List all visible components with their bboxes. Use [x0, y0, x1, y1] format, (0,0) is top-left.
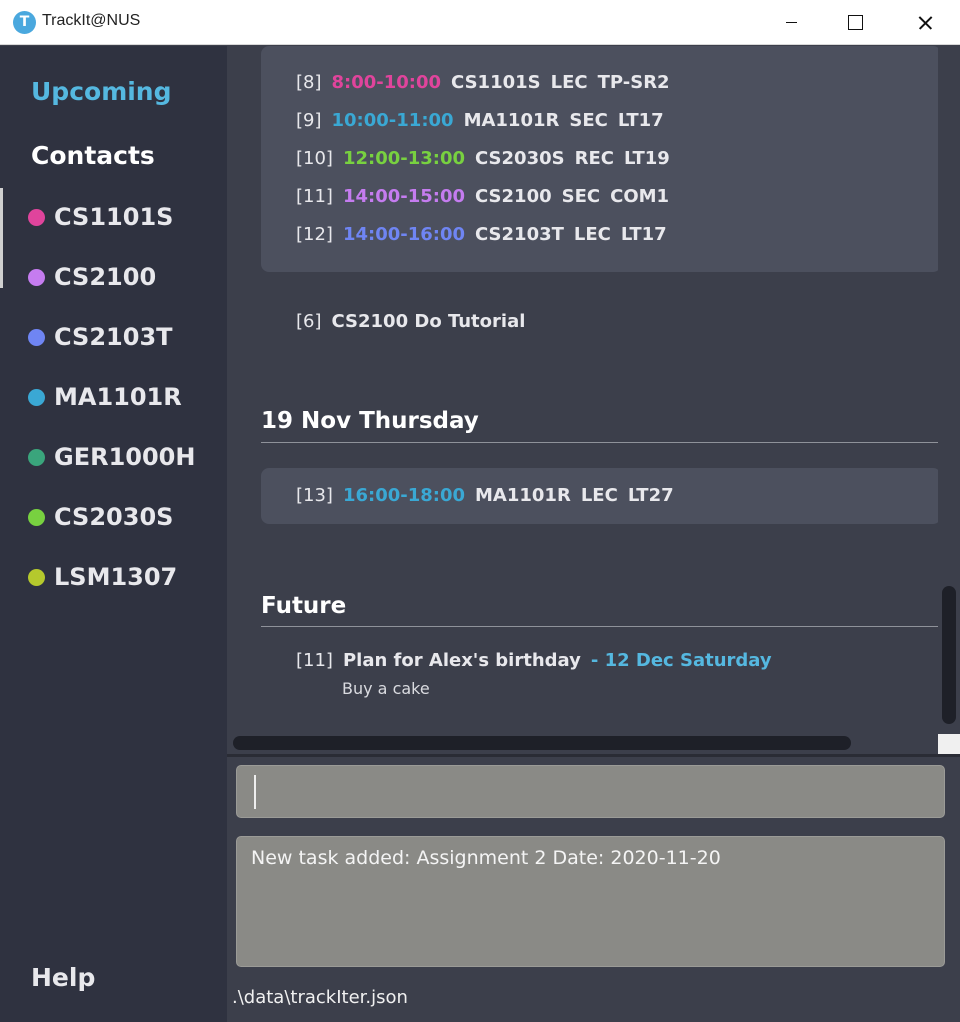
lesson-index: [12]: [296, 223, 333, 245]
sidebar-help[interactable]: Help: [31, 963, 95, 992]
command-input[interactable]: [236, 765, 945, 818]
status-bar-file-path: .\data\trackIter.json: [232, 987, 408, 1008]
scroll-corner: [938, 734, 960, 754]
module-color-dot: [28, 388, 45, 406]
lesson-module: MA1101R: [475, 484, 571, 506]
task-title: CS2100 Do Tutorial: [331, 311, 526, 332]
module-color-dot: [28, 328, 45, 346]
module-name: LSM1307: [54, 563, 178, 591]
sidebar-module-cs1101s[interactable]: CS1101S: [28, 202, 173, 232]
lesson-module: CS2100: [475, 185, 552, 207]
sidebar-module-cs2100[interactable]: CS2100: [28, 262, 156, 292]
task-title: Plan for Alex's birthday: [342, 650, 581, 671]
sidebar-module-ma1101r[interactable]: MA1101R: [28, 382, 182, 412]
lesson-index: [11]: [296, 185, 333, 207]
title-bar: T TrackIt@NUS: [0, 0, 960, 45]
module-color-dot: [28, 568, 45, 586]
task-index: [11]: [296, 650, 333, 671]
module-name: CS1101S: [54, 203, 174, 231]
lesson-index: [10]: [296, 147, 333, 169]
future-divider: [261, 626, 938, 627]
lesson-time: 10:00-11:00: [331, 109, 454, 131]
panel-divider[interactable]: [227, 754, 960, 757]
window-title: TrackIt@NUS: [42, 12, 141, 29]
sidebar-upcoming[interactable]: Upcoming: [31, 77, 172, 106]
day-divider: [261, 442, 938, 443]
future-task-item[interactable]: [11] Plan for Alex's birthday - 12 Dec Sat…: [296, 650, 772, 671]
result-display: New task added: Assignment 2 Date: 2020-…: [236, 836, 945, 967]
sidebar-contacts[interactable]: Contacts: [31, 141, 155, 170]
lesson-row[interactable]: [8] 8:00-10:00 CS1101S LEC TP-SR2: [296, 68, 670, 96]
lesson-type: LEC: [550, 71, 588, 93]
task-description: Buy a cake: [342, 679, 430, 698]
lesson-time: 14:00-16:00: [342, 223, 466, 245]
close-button[interactable]: [902, 0, 948, 45]
module-name: CS2100: [54, 263, 157, 291]
lesson-time: 8:00-10:00: [331, 71, 442, 93]
lesson-type: SEC: [561, 185, 601, 207]
module-color-dot: [28, 268, 45, 286]
lesson-time: 14:00-15:00: [342, 185, 466, 207]
lesson-row[interactable]: [11] 14:00-15:00 CS2100 SEC COM1: [296, 182, 669, 210]
lesson-module: CS1101S: [451, 71, 541, 93]
maximize-button[interactable]: [831, 0, 877, 45]
module-name: CS2030S: [54, 503, 174, 531]
sidebar: Upcoming Contacts CS1101S CS2100 CS2103T MA…: [0, 46, 227, 1022]
main-panel: [8] 8:00-10:00 CS1101S LEC TP-SR2 [9] 10:00-11…: [227, 46, 960, 1022]
lesson-index: [9]: [296, 109, 322, 131]
lesson-type: REC: [574, 147, 614, 169]
vertical-scrollbar-thumb[interactable]: [942, 586, 956, 724]
day-header: 19 Nov Thursday: [261, 408, 479, 434]
lesson-module: CS2030S: [475, 147, 565, 169]
lesson-venue: LT17: [620, 223, 667, 245]
app-window: T TrackIt@NUS Upcoming Contacts CS1101S C…: [0, 0, 960, 1022]
lesson-time: 16:00-18:00: [342, 484, 466, 506]
module-name: CS2103T: [54, 323, 173, 351]
lesson-type: LEC: [580, 484, 618, 506]
lesson-row[interactable]: [10] 12:00-13:00 CS2030S REC LT19: [296, 144, 670, 172]
module-color-dot: [28, 448, 45, 466]
task-index: [6]: [296, 311, 322, 332]
sidebar-module-ger1000h[interactable]: GER1000H: [28, 442, 195, 472]
lesson-type: SEC: [569, 109, 608, 131]
sidebar-active-indicator: [0, 188, 3, 288]
upcoming-list: [8] 8:00-10:00 CS1101S LEC TP-SR2 [9] 10:00-11…: [227, 46, 938, 734]
lesson-venue: LT27: [627, 484, 674, 506]
lesson-venue: COM1: [610, 185, 670, 207]
sidebar-module-cs2103t[interactable]: CS2103T: [28, 322, 173, 352]
app-logo-icon: T: [13, 11, 36, 34]
module-color-dot: [28, 208, 45, 226]
lesson-venue: LT17: [617, 109, 664, 131]
task-item[interactable]: [6] CS2100 Do Tutorial: [296, 311, 525, 332]
lesson-row[interactable]: [13] 16:00-18:00 MA1101R LEC LT27: [296, 481, 674, 509]
lesson-type: LEC: [573, 223, 611, 245]
task-date: - 12 Dec Saturday: [590, 650, 772, 671]
lesson-module: CS2103T: [475, 223, 564, 245]
lesson-index: [8]: [296, 71, 322, 93]
lesson-row[interactable]: [12] 14:00-16:00 CS2103T LEC LT17: [296, 220, 667, 248]
module-name: GER1000H: [54, 443, 196, 471]
lesson-module: MA1101R: [463, 109, 560, 131]
sidebar-module-cs2030s[interactable]: CS2030S: [28, 502, 173, 532]
text-caret: [254, 775, 256, 809]
horizontal-scrollbar-thumb[interactable]: [233, 736, 851, 750]
lesson-venue: LT19: [623, 147, 670, 169]
lesson-time: 12:00-13:00: [342, 147, 466, 169]
minimize-button[interactable]: [768, 0, 814, 45]
module-color-dot: [28, 508, 45, 526]
future-header: Future: [261, 593, 347, 619]
lesson-venue: TP-SR2: [597, 71, 670, 93]
sidebar-module-lsm1307[interactable]: LSM1307: [28, 562, 177, 592]
lesson-index: [13]: [296, 484, 333, 506]
module-name: MA1101R: [54, 383, 182, 411]
lesson-row[interactable]: [9] 10:00-11:00 MA1101R SEC LT17: [296, 106, 664, 134]
